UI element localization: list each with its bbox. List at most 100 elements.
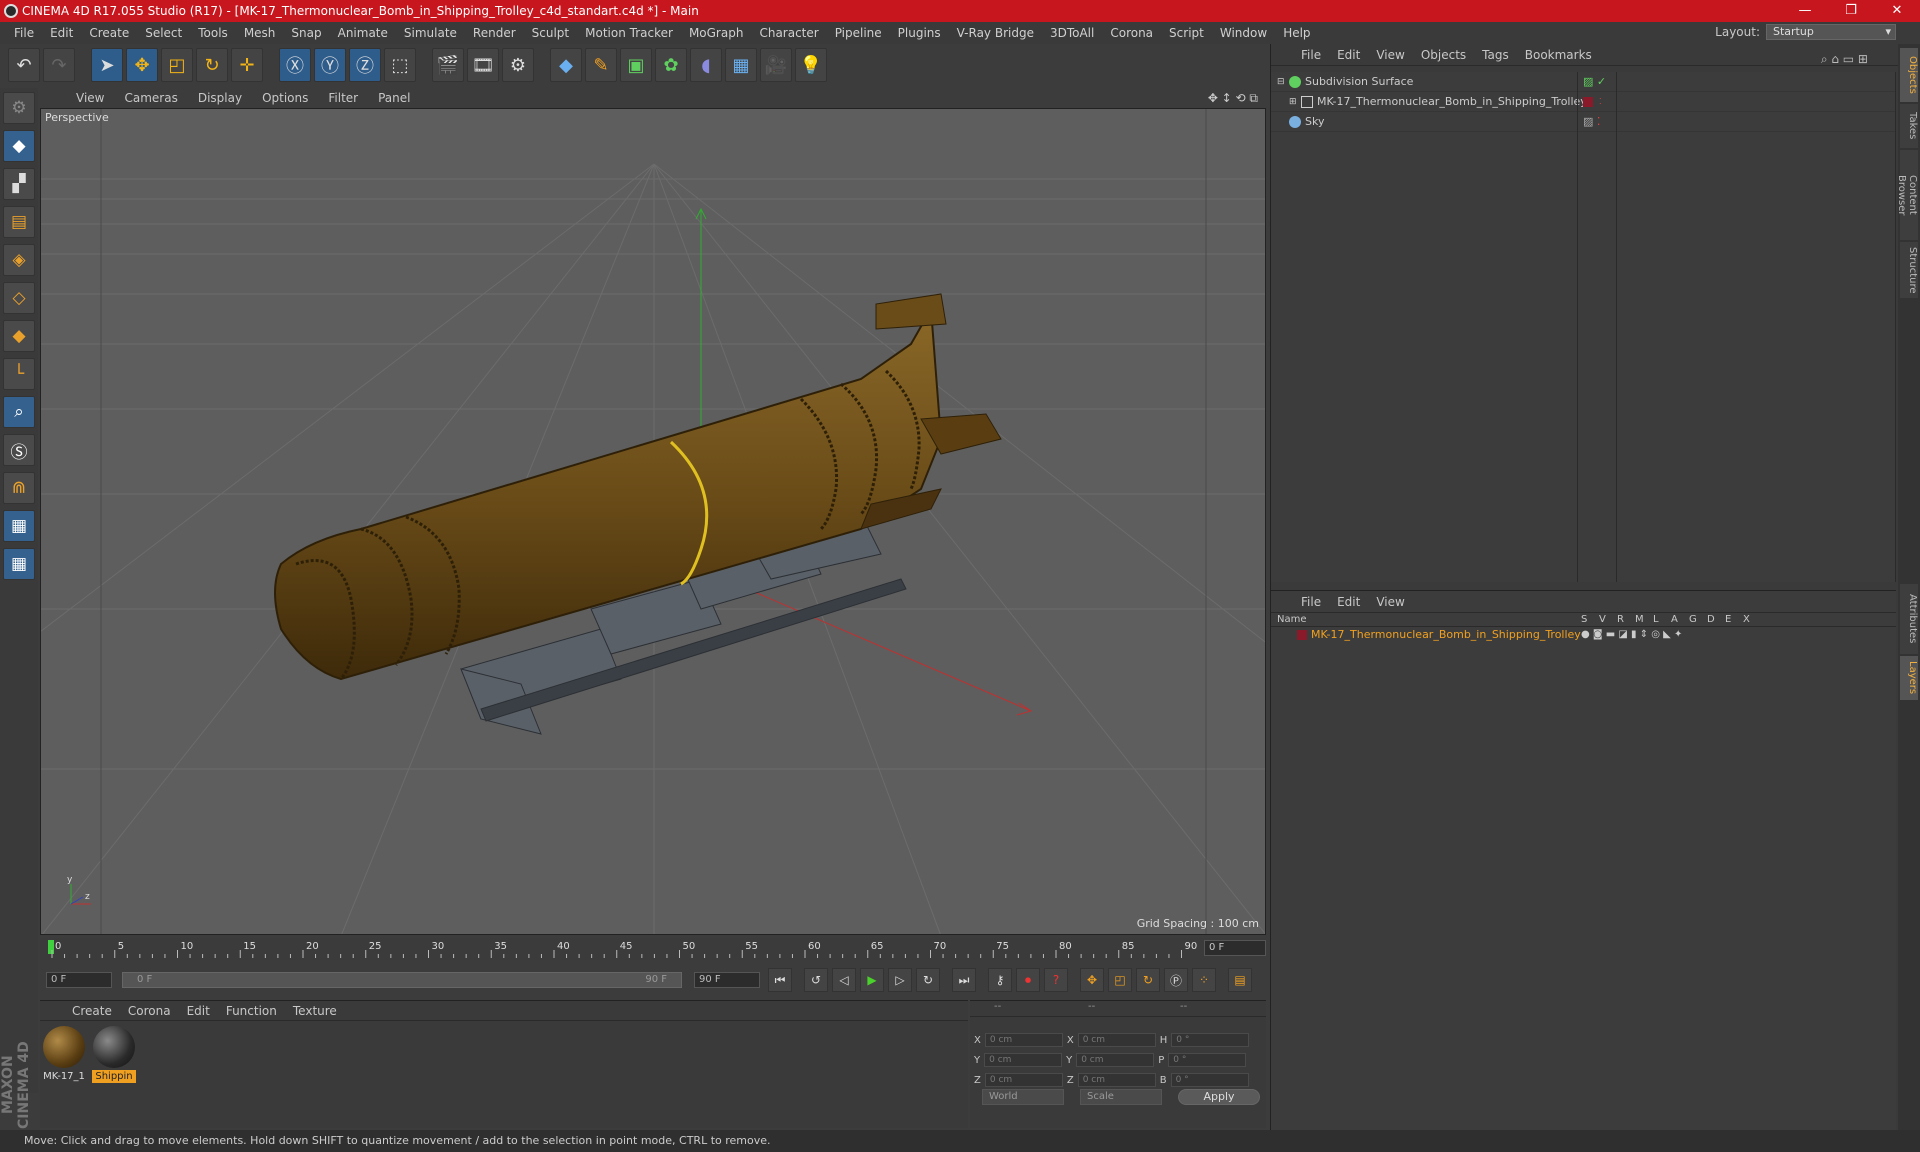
next-key-icon[interactable]: ↻ [916,968,940,992]
previous-frame-icon[interactable]: ◁ [832,968,856,992]
rotation-h-field[interactable]: 0 ° [1171,1033,1250,1047]
apply-button[interactable]: Apply [1178,1089,1260,1105]
timeline-ruler[interactable]: 0 5 10 15 20 25 30 35 40 45 50 55 60 65 70 75 80 85 90 0 F [40,938,1266,960]
layout-dropdown[interactable]: Startup [1766,24,1896,40]
subdivision-surface-icon[interactable]: ▣ [620,48,652,82]
menu-script[interactable]: Script [1161,22,1212,44]
viewport-menu-panel[interactable]: Panel [368,88,420,108]
redo-icon[interactable]: ↷ [43,48,75,82]
undo-icon[interactable]: ↶ [8,48,40,82]
point-mode-icon[interactable]: ◈ [3,244,35,276]
viewport-menu-options[interactable]: Options [252,88,318,108]
material-menu-function[interactable]: Function [218,1001,285,1020]
render-picture-viewer-icon[interactable]: 🎞 [467,48,499,82]
menu-character[interactable]: Character [751,22,826,44]
tab-content-browser[interactable]: Content Browser [1896,150,1918,240]
menu-mograph[interactable]: MoGraph [681,22,752,44]
menu-create[interactable]: Create [81,22,137,44]
menu-mesh[interactable]: Mesh [236,22,284,44]
solo-mode-icon[interactable]: Ⓢ [3,434,35,466]
material-menu-corona[interactable]: Corona [120,1001,179,1020]
rotate-tool-icon[interactable]: ↻ [196,48,228,82]
rotation-b-field[interactable]: 0 ° [1170,1073,1249,1087]
play-forward-icon[interactable]: ▶ [860,968,884,992]
menu-file[interactable]: File [6,22,42,44]
x-axis-lock-icon[interactable]: Ⓧ [279,48,311,82]
menu-pipeline[interactable]: Pipeline [827,22,890,44]
material-menu-edit[interactable]: Edit [179,1001,218,1020]
maximize-button[interactable]: ❐ [1828,0,1874,22]
key-position-icon[interactable]: ✥ [1080,968,1104,992]
key-rotation-icon[interactable]: ↻ [1136,968,1160,992]
size-x-field[interactable]: 0 cm [1077,1033,1156,1047]
layer-col-e[interactable]: E [1725,613,1731,627]
deformer-icon[interactable]: ◖ [690,48,722,82]
object-menu-tags[interactable]: Tags [1474,44,1517,65]
floor-scene-icon[interactable]: ▦ [725,48,757,82]
menu-3dtoall[interactable]: 3DToAll [1042,22,1102,44]
key-pla-icon[interactable]: ⁘ [1192,968,1216,992]
cube-primitive-icon[interactable]: ◆ [550,48,582,82]
menu-tools[interactable]: Tools [190,22,236,44]
layer-col-m[interactable]: M [1635,613,1644,627]
edge-mode-icon[interactable]: ◇ [3,282,35,314]
key-parameter-icon[interactable]: Ⓟ [1164,968,1188,992]
viewport-menu-view[interactable]: View [66,88,114,108]
viewport-menu-cameras[interactable]: Cameras [114,88,187,108]
model-mode-icon[interactable]: ◆ [3,130,35,162]
menu-render[interactable]: Render [465,22,524,44]
object-menu-file[interactable]: File [1293,44,1329,65]
layer-col-r[interactable]: R [1617,613,1624,627]
menu-sculpt[interactable]: Sculpt [524,22,577,44]
mograph-cloner-icon[interactable]: ✿ [655,48,687,82]
layer-menu-file[interactable]: File [1293,591,1329,612]
next-frame-icon[interactable]: ▷ [888,968,912,992]
move-tool-icon[interactable]: ✥ [126,48,158,82]
current-frame-field[interactable]: 0 F [1204,940,1266,956]
object-menu-bookmarks[interactable]: Bookmarks [1517,44,1600,65]
position-x-field[interactable]: 0 cm [984,1033,1063,1047]
position-y-field[interactable]: 0 cm [984,1053,1063,1067]
layer-col-l[interactable]: L [1653,613,1659,627]
material-menu-create[interactable]: Create [64,1001,120,1020]
material-menu-texture[interactable]: Texture [285,1001,345,1020]
timeline-window-icon[interactable]: ▤ [1228,968,1252,992]
go-to-start-icon[interactable]: ⏮ [768,968,792,992]
layer-col-a[interactable]: A [1671,613,1678,627]
y-axis-lock-icon[interactable]: Ⓨ [314,48,346,82]
material-swatch-bomb[interactable]: MK-17_1 [42,1026,86,1083]
object-menu-view[interactable]: View [1368,44,1412,65]
perspective-viewport[interactable]: y z Perspective Grid Spacing : 100 cm [40,108,1266,935]
layer-col-s[interactable]: S [1581,613,1587,627]
layer-col-v[interactable]: V [1599,613,1606,627]
frame-range-slider[interactable]: 0 F 90 F [122,972,682,988]
size-mode-dropdown[interactable]: Scale [1080,1089,1162,1105]
tab-takes[interactable]: Takes [1900,104,1918,148]
select-arrow-icon[interactable]: ➤ [91,48,123,82]
menu-snap[interactable]: Snap [283,22,329,44]
menu-select[interactable]: Select [137,22,190,44]
tweak-mode-icon[interactable]: ⌕ [3,396,35,428]
previous-key-icon[interactable]: ↺ [804,968,828,992]
render-settings-icon[interactable]: ⚙ [502,48,534,82]
polygon-mode-icon[interactable]: ◆ [3,320,35,352]
viewport-navigation-icons[interactable]: ✥ ↕ ⟲ ⧉ [1208,88,1258,108]
z-axis-lock-icon[interactable]: Ⓩ [349,48,381,82]
autokeying-icon[interactable]: ? [1044,968,1068,992]
planar-workplane-icon[interactable]: ▦ [3,548,35,580]
texture-mode-icon[interactable]: ▞ [3,168,35,200]
menu-help[interactable]: Help [1275,22,1318,44]
key-scale-icon[interactable]: ◰ [1108,968,1132,992]
layer-menu-view[interactable]: View [1368,591,1412,612]
layer-col-name[interactable]: Name [1277,613,1307,627]
menu-plugins[interactable]: Plugins [890,22,949,44]
pen-spline-icon[interactable]: ✎ [585,48,617,82]
menu-corona[interactable]: Corona [1102,22,1161,44]
minimize-button[interactable]: — [1782,0,1828,22]
object-menu-edit[interactable]: Edit [1329,44,1368,65]
layer-col-d[interactable]: D [1707,613,1715,627]
menu-motion-tracker[interactable]: Motion Tracker [577,22,681,44]
object-menu-objects[interactable]: Objects [1413,44,1474,65]
go-to-end-icon[interactable]: ⏭ [952,968,976,992]
light-icon[interactable]: 💡 [795,48,827,82]
